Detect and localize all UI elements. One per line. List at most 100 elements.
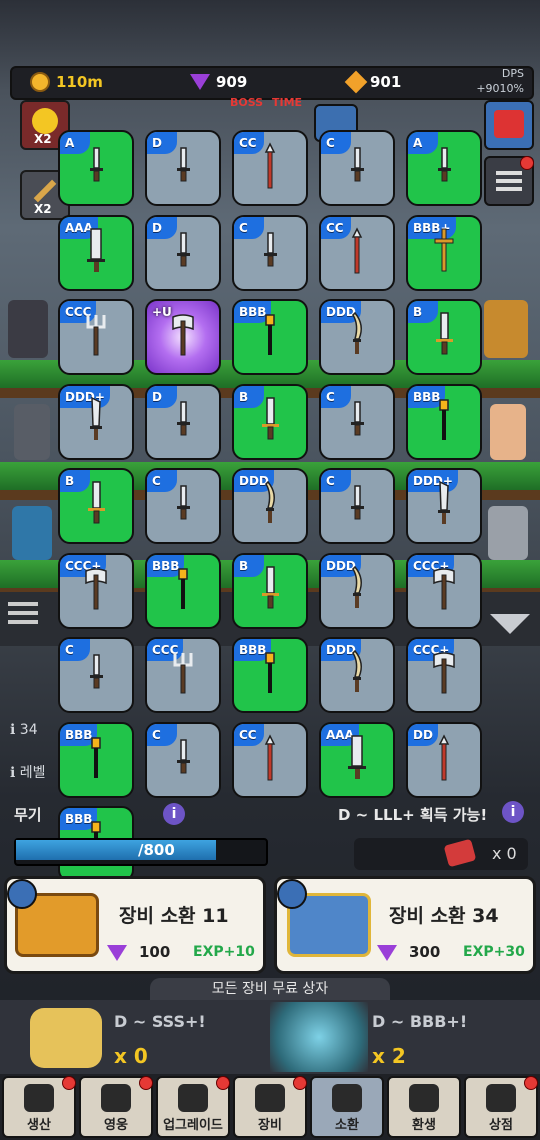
dagger-icon [171, 142, 195, 194]
torch-icon [258, 311, 282, 363]
weapon-tile[interactable]: CCC [145, 637, 221, 713]
weapon-tile[interactable]: CC [232, 130, 308, 206]
dps-label: DPS [501, 67, 524, 80]
weapon-tile[interactable]: DDD [319, 299, 395, 375]
weapon-tile[interactable]: DDD [319, 637, 395, 713]
enemy-sprite [14, 404, 50, 460]
dagger-icon [171, 227, 195, 279]
weapon-tile[interactable]: DDD+ [406, 468, 482, 544]
curved-icon [345, 649, 369, 701]
weapon-tile[interactable]: AAA [319, 722, 395, 798]
weapon-tile[interactable]: DDD+ [58, 384, 134, 460]
pin-icon [277, 879, 307, 909]
weapon-tile[interactable]: A [58, 130, 134, 206]
weapon-tile[interactable]: D [145, 130, 221, 206]
range-info-icon[interactable]: i [502, 801, 524, 823]
curved-icon [258, 480, 282, 532]
nav-notification-dot [216, 1076, 230, 1090]
weapon-tile[interactable]: D [145, 215, 221, 291]
nav-4-button[interactable]: 소환 [310, 1076, 384, 1138]
weapon-tile[interactable]: C [319, 130, 395, 206]
weapon-tile[interactable]: B [232, 384, 308, 460]
weapon-tile[interactable]: CCC+ [406, 553, 482, 629]
weapon-tile[interactable]: AAA [58, 215, 134, 291]
greatsword-icon [84, 227, 108, 279]
dagger-icon [171, 396, 195, 448]
shop-button[interactable] [484, 100, 534, 150]
weapon-tile[interactable]: D [145, 384, 221, 460]
weapon-tile[interactable]: DD [406, 722, 482, 798]
dagger-icon [171, 734, 195, 786]
weapon-tile[interactable]: BBB [58, 722, 134, 798]
gem-icon [377, 945, 397, 961]
nav-notification-dot [293, 1076, 307, 1090]
dagger-icon [84, 142, 108, 194]
cart-icon [486, 1084, 516, 1112]
exp-text: /800 [138, 841, 175, 859]
sword-icon [84, 480, 108, 532]
glow-chest-icon[interactable] [270, 1002, 368, 1072]
dps-value: +9010% [476, 82, 524, 95]
torch-icon [171, 565, 195, 617]
summon-11-button[interactable]: 장비 소환 11 100 EXP+10 [4, 876, 266, 974]
axe-icon [84, 565, 108, 617]
spear-icon [432, 734, 456, 786]
weapon-tile[interactable]: BBB [406, 384, 482, 460]
upgrade-icon [178, 1084, 208, 1112]
trident-icon [171, 649, 195, 701]
nav-notification-dot [62, 1076, 76, 1090]
weapon-tile[interactable]: BBB+ [406, 215, 482, 291]
hero-sprite [490, 404, 526, 460]
nav-label: 환생 [412, 1118, 436, 1133]
weapon-tile[interactable]: DDD [232, 468, 308, 544]
weapon-tile[interactable]: DDD [319, 553, 395, 629]
weapon-tile[interactable]: CCC+ [406, 637, 482, 713]
weapon-tile[interactable]: CC [319, 215, 395, 291]
torch-icon [84, 734, 108, 786]
dagger-icon [258, 227, 282, 279]
nav-5-button[interactable]: 환생 [387, 1076, 461, 1138]
collapse-arrow-icon[interactable] [490, 614, 530, 634]
weapon-tile[interactable]: B [406, 299, 482, 375]
summon-34-button[interactable]: 장비 소환 34 300 EXP+30 [274, 876, 536, 974]
trident-icon [84, 311, 108, 363]
torch-icon [432, 396, 456, 448]
damage-boost-mult: X2 [34, 202, 52, 216]
weapon-tile[interactable]: C [145, 468, 221, 544]
weapon-tile[interactable]: C [58, 637, 134, 713]
sword-icon [258, 565, 282, 617]
weapon-tile[interactable]: C [319, 468, 395, 544]
gem-display: 909 [190, 72, 247, 92]
weapon-tile[interactable]: CC [232, 722, 308, 798]
gold-amount: 110m [56, 73, 103, 91]
weapon-tile[interactable]: BBB [232, 299, 308, 375]
weapon-tile[interactable]: C [319, 384, 395, 460]
free-box-title: 모든 장비 무료 상자 [150, 978, 390, 1000]
free-box-right-range: D ~ BBB+! [372, 1012, 468, 1031]
weapon-info-icon[interactable]: i [163, 803, 185, 825]
free-box-left-count: x 0 [114, 1044, 148, 1068]
weapon-tile[interactable]: A [406, 130, 482, 206]
weapon-tile[interactable]: B [58, 468, 134, 544]
dagger-icon [345, 142, 369, 194]
weapon-tile[interactable]: C [145, 722, 221, 798]
greatsword-icon [345, 734, 369, 786]
list-icon[interactable] [8, 602, 38, 606]
weapon-tile[interactable]: CCC [58, 299, 134, 375]
weapon-tile[interactable]: BBB [232, 637, 308, 713]
info-line-1: ℹ 34 [10, 722, 38, 738]
blade-icon [432, 480, 456, 532]
axe-icon [432, 565, 456, 617]
weapon-tile[interactable]: +U [145, 299, 221, 375]
summon-34-exp: EXP+30 [463, 944, 525, 960]
exp-bar-fill [16, 840, 216, 860]
crown-chest-icon[interactable] [30, 1008, 102, 1068]
gem-amount: 909 [216, 73, 248, 91]
weapon-tile[interactable]: B [232, 553, 308, 629]
weapon-tile[interactable]: C [232, 215, 308, 291]
torch-icon [258, 649, 282, 701]
weapon-tile[interactable]: CCC+ [58, 553, 134, 629]
free-box-right-count: x 2 [372, 1044, 406, 1068]
weapon-tile[interactable]: BBB [145, 553, 221, 629]
nav-label: 생산 [27, 1118, 51, 1133]
